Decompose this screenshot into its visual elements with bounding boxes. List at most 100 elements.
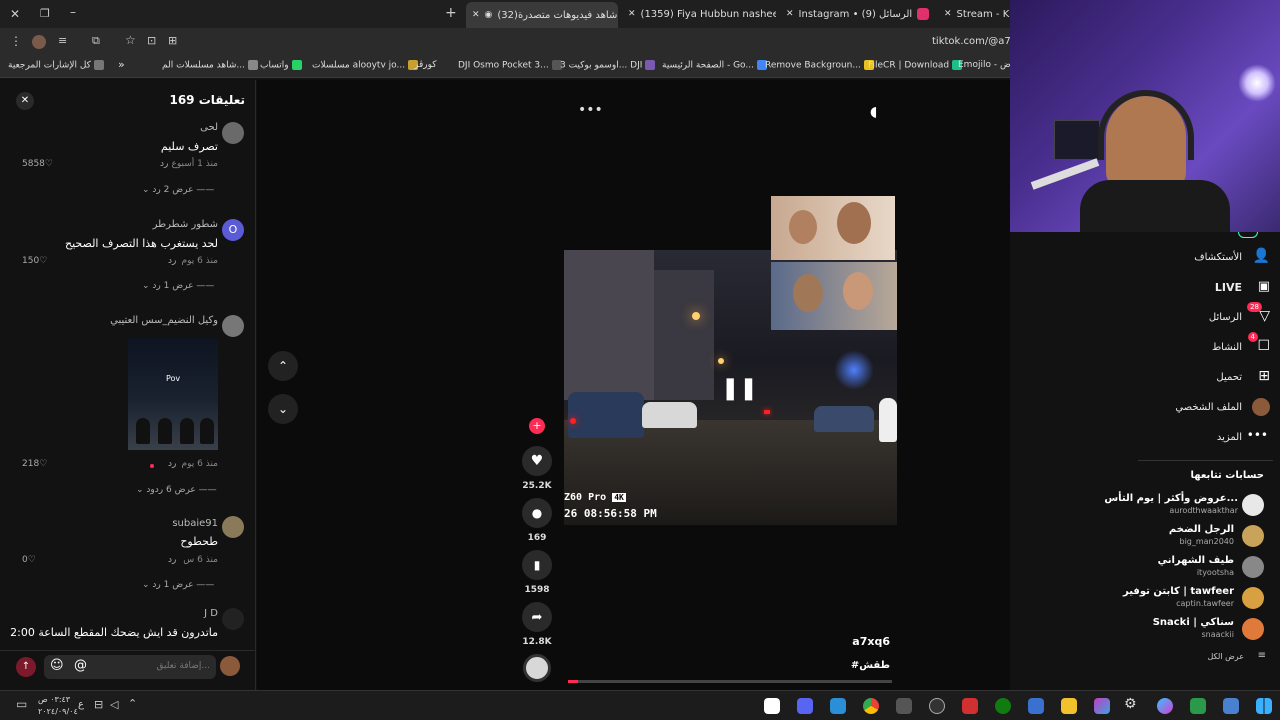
- bookmark-filecr[interactable]: FileCR | Download: [868, 60, 965, 71]
- tab-tiktok[interactable]: ✕ ◉ (32)شاهد فيديوهات متصدرة: [466, 2, 618, 28]
- comment-likes[interactable]: 5858♡: [22, 159, 53, 169]
- nav-item-more[interactable]: المزيد •••: [1130, 428, 1270, 448]
- avatar[interactable]: [222, 122, 244, 144]
- clock-time[interactable]: ٠٣:٤٣ ص: [38, 695, 70, 704]
- restore-window-icon[interactable]: ❐: [40, 7, 50, 20]
- avatar[interactable]: [222, 516, 244, 538]
- comment-author[interactable]: وكيل النضيم_سس العتيبي: [110, 315, 218, 326]
- notification-icon[interactable]: ▭: [16, 697, 27, 711]
- network-icon[interactable]: ⊟: [94, 698, 103, 711]
- nav-item-activity[interactable]: النشاط ☐ 4: [1130, 332, 1270, 358]
- bookmark-all[interactable]: كل الإشارات المرجعية: [8, 60, 107, 71]
- comment-image[interactable]: Pov: [128, 338, 218, 450]
- bookmark-1[interactable]: شاهد مسلسلات الم...: [162, 60, 261, 71]
- music-disc-icon[interactable]: [523, 654, 551, 682]
- pause-icon[interactable]: ❚❚: [721, 376, 758, 401]
- bookmark-google[interactable]: الصفحة الرئيسية - Go...: [662, 60, 770, 71]
- extensions-icon[interactable]: ⧉: [92, 34, 100, 48]
- bookmark-removebg[interactable]: Remove Backgroun...: [765, 60, 877, 71]
- comment-input[interactable]: ☺ @ إضافة تعليق...: [44, 655, 216, 679]
- settings-icon[interactable]: ⚙: [1124, 696, 1140, 712]
- taskbar-app-icon[interactable]: [764, 698, 780, 714]
- comment-likes[interactable]: 218♡: [22, 459, 47, 469]
- user-avatar[interactable]: [220, 656, 240, 676]
- bookmark-3[interactable]: مسلسلات alooytv jo...: [312, 60, 421, 71]
- menu-dots-icon[interactable]: ⋮: [10, 34, 22, 48]
- view-replies-button[interactable]: ⌄ عرض 1 رد ——: [142, 281, 214, 291]
- nav-item-messages[interactable]: الرسائل ▽ 28: [1130, 302, 1270, 328]
- install-app-icon[interactable]: ⊞: [168, 34, 177, 47]
- calculator-icon[interactable]: [896, 698, 912, 714]
- close-tab-icon[interactable]: ✕: [472, 10, 480, 20]
- nav-item-live[interactable]: LIVE ▣: [1130, 278, 1270, 298]
- close-tab-icon[interactable]: ✕: [786, 9, 794, 19]
- nav-item-explore[interactable]: الأستكشاف 👤: [1130, 248, 1270, 268]
- comment-author[interactable]: subaie91: [172, 518, 218, 529]
- following-item[interactable]: الرجل الضخم big_man2040: [1120, 523, 1280, 551]
- view-replies-button[interactable]: ⌄ عرض 2 رد ——: [142, 185, 214, 195]
- like-button[interactable]: ♥: [522, 446, 552, 476]
- view-replies-button[interactable]: ⌄ عرض 1 رد ——: [142, 580, 214, 590]
- file-explorer-icon[interactable]: [1061, 698, 1077, 714]
- taskbar-app-icon[interactable]: [1028, 698, 1044, 714]
- chrome-icon[interactable]: [863, 698, 879, 714]
- reply-button[interactable]: رد: [160, 159, 168, 169]
- video-hashtag[interactable]: #طقش: [820, 660, 890, 671]
- comment-likes[interactable]: 0♡: [22, 555, 36, 565]
- video-progress-track[interactable]: [568, 680, 892, 683]
- comment-button[interactable]: ●: [522, 498, 552, 528]
- next-video-button[interactable]: ⌄: [268, 394, 298, 424]
- speaker-icon[interactable]: ◉: [485, 10, 493, 20]
- following-item[interactable]: طيف الشهراني ityootsha: [1120, 554, 1280, 582]
- language-indicator[interactable]: ع: [78, 699, 84, 710]
- tab-kick[interactable]: ✕ Stream - Kick: [944, 4, 1010, 24]
- taskbar-app-icon[interactable]: [962, 698, 978, 714]
- view-replies-button[interactable]: ⌄ عرض 6 ردود ——: [136, 485, 217, 495]
- xbox-icon[interactable]: [995, 698, 1011, 714]
- speaker-icon[interactable]: ◁: [110, 698, 118, 711]
- tray-chevron-icon[interactable]: ⌃: [128, 697, 137, 710]
- tab-instagram[interactable]: ✕ Instagram • (9) الرسائل: [786, 4, 932, 24]
- nav-item-upload[interactable]: تحميل ⊞: [1130, 368, 1270, 388]
- following-item[interactable]: كابتن توفير | tawfeer captin.tawfeer: [1120, 585, 1280, 613]
- emoji-icon[interactable]: ☺: [50, 658, 64, 673]
- comment-author[interactable]: شطور شطرطر: [153, 219, 218, 230]
- profile-icon[interactable]: [32, 35, 46, 49]
- share-button[interactable]: ➦: [522, 602, 552, 632]
- taskbar-app-icon[interactable]: [1223, 698, 1239, 714]
- reply-button[interactable]: رد: [168, 555, 176, 565]
- new-tab-icon[interactable]: +: [445, 5, 457, 21]
- comment-likes[interactable]: 150♡: [22, 256, 47, 266]
- clock-date[interactable]: ٢٠٢٤/٠٩/٠٤: [38, 707, 78, 716]
- obs-icon[interactable]: [929, 698, 945, 714]
- save-button[interactable]: ▮: [522, 550, 552, 580]
- bookmark-whatsapp[interactable]: واتساب: [260, 60, 305, 71]
- avatar[interactable]: [222, 608, 244, 630]
- following-item[interactable]: عروض وأكثر | يوم التأس... aurodthwaaktha…: [1104, 492, 1280, 520]
- nav-item-profile[interactable]: الملف الشخصي: [1130, 398, 1270, 418]
- bookmark-star-icon[interactable]: ☆: [125, 33, 136, 47]
- tab-youtube[interactable]: ✕ (1359) Fiya Hubbun nasheed re: [628, 4, 776, 24]
- bookmarks-overflow-icon[interactable]: »: [118, 58, 125, 71]
- bookmark-dji-2[interactable]: اوسمو بوكيت 3... DJI: [560, 60, 658, 71]
- start-icon[interactable]: [1256, 698, 1272, 714]
- avatar[interactable]: O: [222, 219, 244, 241]
- following-item[interactable]: Snacki | سناكي snaackii: [1120, 616, 1280, 644]
- close-tab-icon[interactable]: ✕: [628, 9, 636, 19]
- taskbar-app-icon[interactable]: [830, 698, 846, 714]
- close-tab-icon[interactable]: ✕: [944, 9, 952, 19]
- close-comments-button[interactable]: ✕: [16, 92, 34, 110]
- reply-button[interactable]: رد: [168, 256, 176, 266]
- screenshot-icon[interactable]: ⊡: [147, 34, 156, 47]
- more-options-icon[interactable]: •••: [578, 102, 603, 118]
- bookmark-dji-1[interactable]: DJI Osmo Pocket 3...: [458, 60, 565, 71]
- media-control-icon[interactable]: ≡: [58, 34, 67, 47]
- avatar[interactable]: [222, 315, 244, 337]
- taskbar-app-icon[interactable]: [1094, 698, 1110, 714]
- comment-author[interactable]: لحى: [200, 122, 218, 133]
- bookmark-4[interactable]: كورڤر: [414, 60, 437, 70]
- video-author[interactable]: a7xq6: [820, 635, 890, 648]
- taskbar-app-icon[interactable]: [1190, 698, 1206, 714]
- follow-plus-button[interactable]: +: [529, 418, 545, 434]
- discord-icon[interactable]: [797, 698, 813, 714]
